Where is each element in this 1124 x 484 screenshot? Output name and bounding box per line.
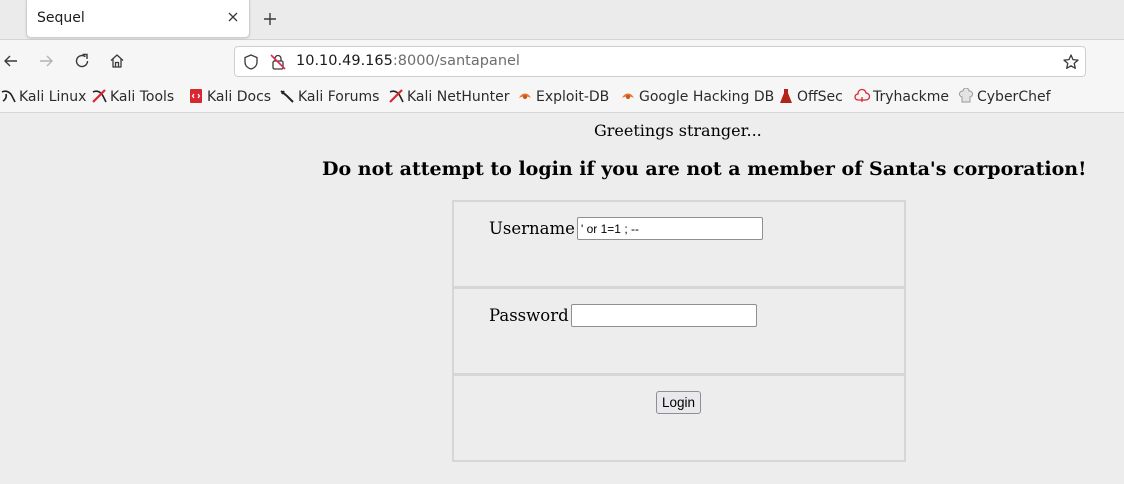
bookmark-label: Kali Linux bbox=[19, 89, 87, 105]
login-button[interactable]: Login bbox=[656, 391, 702, 414]
bookmark-label: Kali NetHunter bbox=[407, 89, 510, 105]
greeting-text: Greetings stranger... bbox=[594, 121, 762, 140]
cyberchef-icon bbox=[958, 88, 974, 103]
home-icon[interactable] bbox=[108, 52, 126, 70]
bookmark-kali-nethunter[interactable]: Kali NetHunter bbox=[388, 88, 509, 108]
bookmark-label: Google Hacking DB bbox=[639, 89, 775, 105]
bookmark-exploit-db[interactable]: Exploit-DB bbox=[517, 88, 609, 108]
bookmark-label: Kali Forums bbox=[298, 89, 380, 105]
bookmark-kali-linux[interactable]: Kali Linux bbox=[0, 88, 86, 108]
forward-icon[interactable] bbox=[37, 52, 55, 70]
url-host: 10.10.49.165 bbox=[296, 53, 393, 69]
kali-docs-icon bbox=[190, 89, 202, 103]
bookmark-kali-forums[interactable]: Kali Forums bbox=[279, 88, 379, 108]
new-tab-icon[interactable] bbox=[261, 10, 279, 28]
tab-sequel[interactable]: Sequel bbox=[26, 0, 250, 38]
password-panel: Password bbox=[452, 287, 906, 375]
kali-dragon-icon bbox=[1, 90, 16, 103]
reload-icon[interactable] bbox=[73, 52, 91, 70]
back-icon[interactable] bbox=[2, 52, 20, 70]
bookmark-cyberchef[interactable]: CyberChef bbox=[958, 88, 1051, 108]
address-bar[interactable]: 10.10.49.165:8000/santapanel bbox=[234, 46, 1086, 77]
page-content: Greetings stranger... Do not attempt to … bbox=[0, 114, 1124, 484]
url-path: :8000/santapanel bbox=[392, 53, 520, 69]
bookmarks-toolbar: Kali Linux Kali Tools Kali Docs Kali For… bbox=[0, 83, 1124, 113]
offsec-icon bbox=[780, 89, 792, 103]
ghdb-icon bbox=[622, 93, 634, 99]
bookmark-tryhackme[interactable]: Tryhackme bbox=[854, 88, 949, 108]
bookmark-label: Exploit-DB bbox=[536, 89, 610, 105]
password-input[interactable] bbox=[571, 304, 757, 327]
bookmark-kali-tools[interactable]: Kali Tools bbox=[91, 88, 174, 108]
bookmark-label: Kali Docs bbox=[207, 89, 272, 105]
bookmark-label: OffSec bbox=[797, 89, 843, 105]
warning-heading: Do not attempt to login if you are not a… bbox=[322, 158, 1087, 180]
username-label: Username bbox=[489, 219, 575, 238]
exploit-db-icon bbox=[519, 93, 531, 99]
bookmark-google-hacking-db[interactable]: Google Hacking DB bbox=[620, 88, 774, 108]
username-panel: Username bbox=[452, 200, 906, 288]
bookmark-star-icon[interactable] bbox=[1062, 53, 1080, 71]
bookmark-kali-docs[interactable]: Kali Docs bbox=[188, 88, 271, 108]
url-text[interactable]: 10.10.49.165:8000/santapanel bbox=[296, 53, 520, 69]
username-input[interactable] bbox=[577, 217, 763, 240]
bookmark-label: CyberChef bbox=[977, 89, 1051, 105]
tracking-protection-shield-icon[interactable] bbox=[242, 53, 260, 71]
kali-forums-icon bbox=[280, 90, 294, 103]
bookmark-offsec[interactable]: OffSec bbox=[778, 88, 843, 108]
kali-nethunter-icon bbox=[389, 89, 404, 103]
kali-tools-icon bbox=[92, 89, 107, 103]
tab-strip: Sequel bbox=[0, 0, 1124, 40]
insecure-connection-lock-icon[interactable] bbox=[269, 53, 287, 71]
bookmark-label: Kali Tools bbox=[110, 89, 175, 105]
close-tab-icon[interactable] bbox=[225, 9, 241, 25]
bookmark-label: Tryhackme bbox=[873, 89, 950, 105]
navigation-toolbar: 10.10.49.165:8000/santapanel bbox=[0, 40, 1124, 83]
login-panel: Login bbox=[452, 374, 906, 462]
tab-title: Sequel bbox=[37, 10, 85, 26]
tryhackme-icon bbox=[854, 88, 870, 102]
password-label: Password bbox=[489, 306, 569, 325]
